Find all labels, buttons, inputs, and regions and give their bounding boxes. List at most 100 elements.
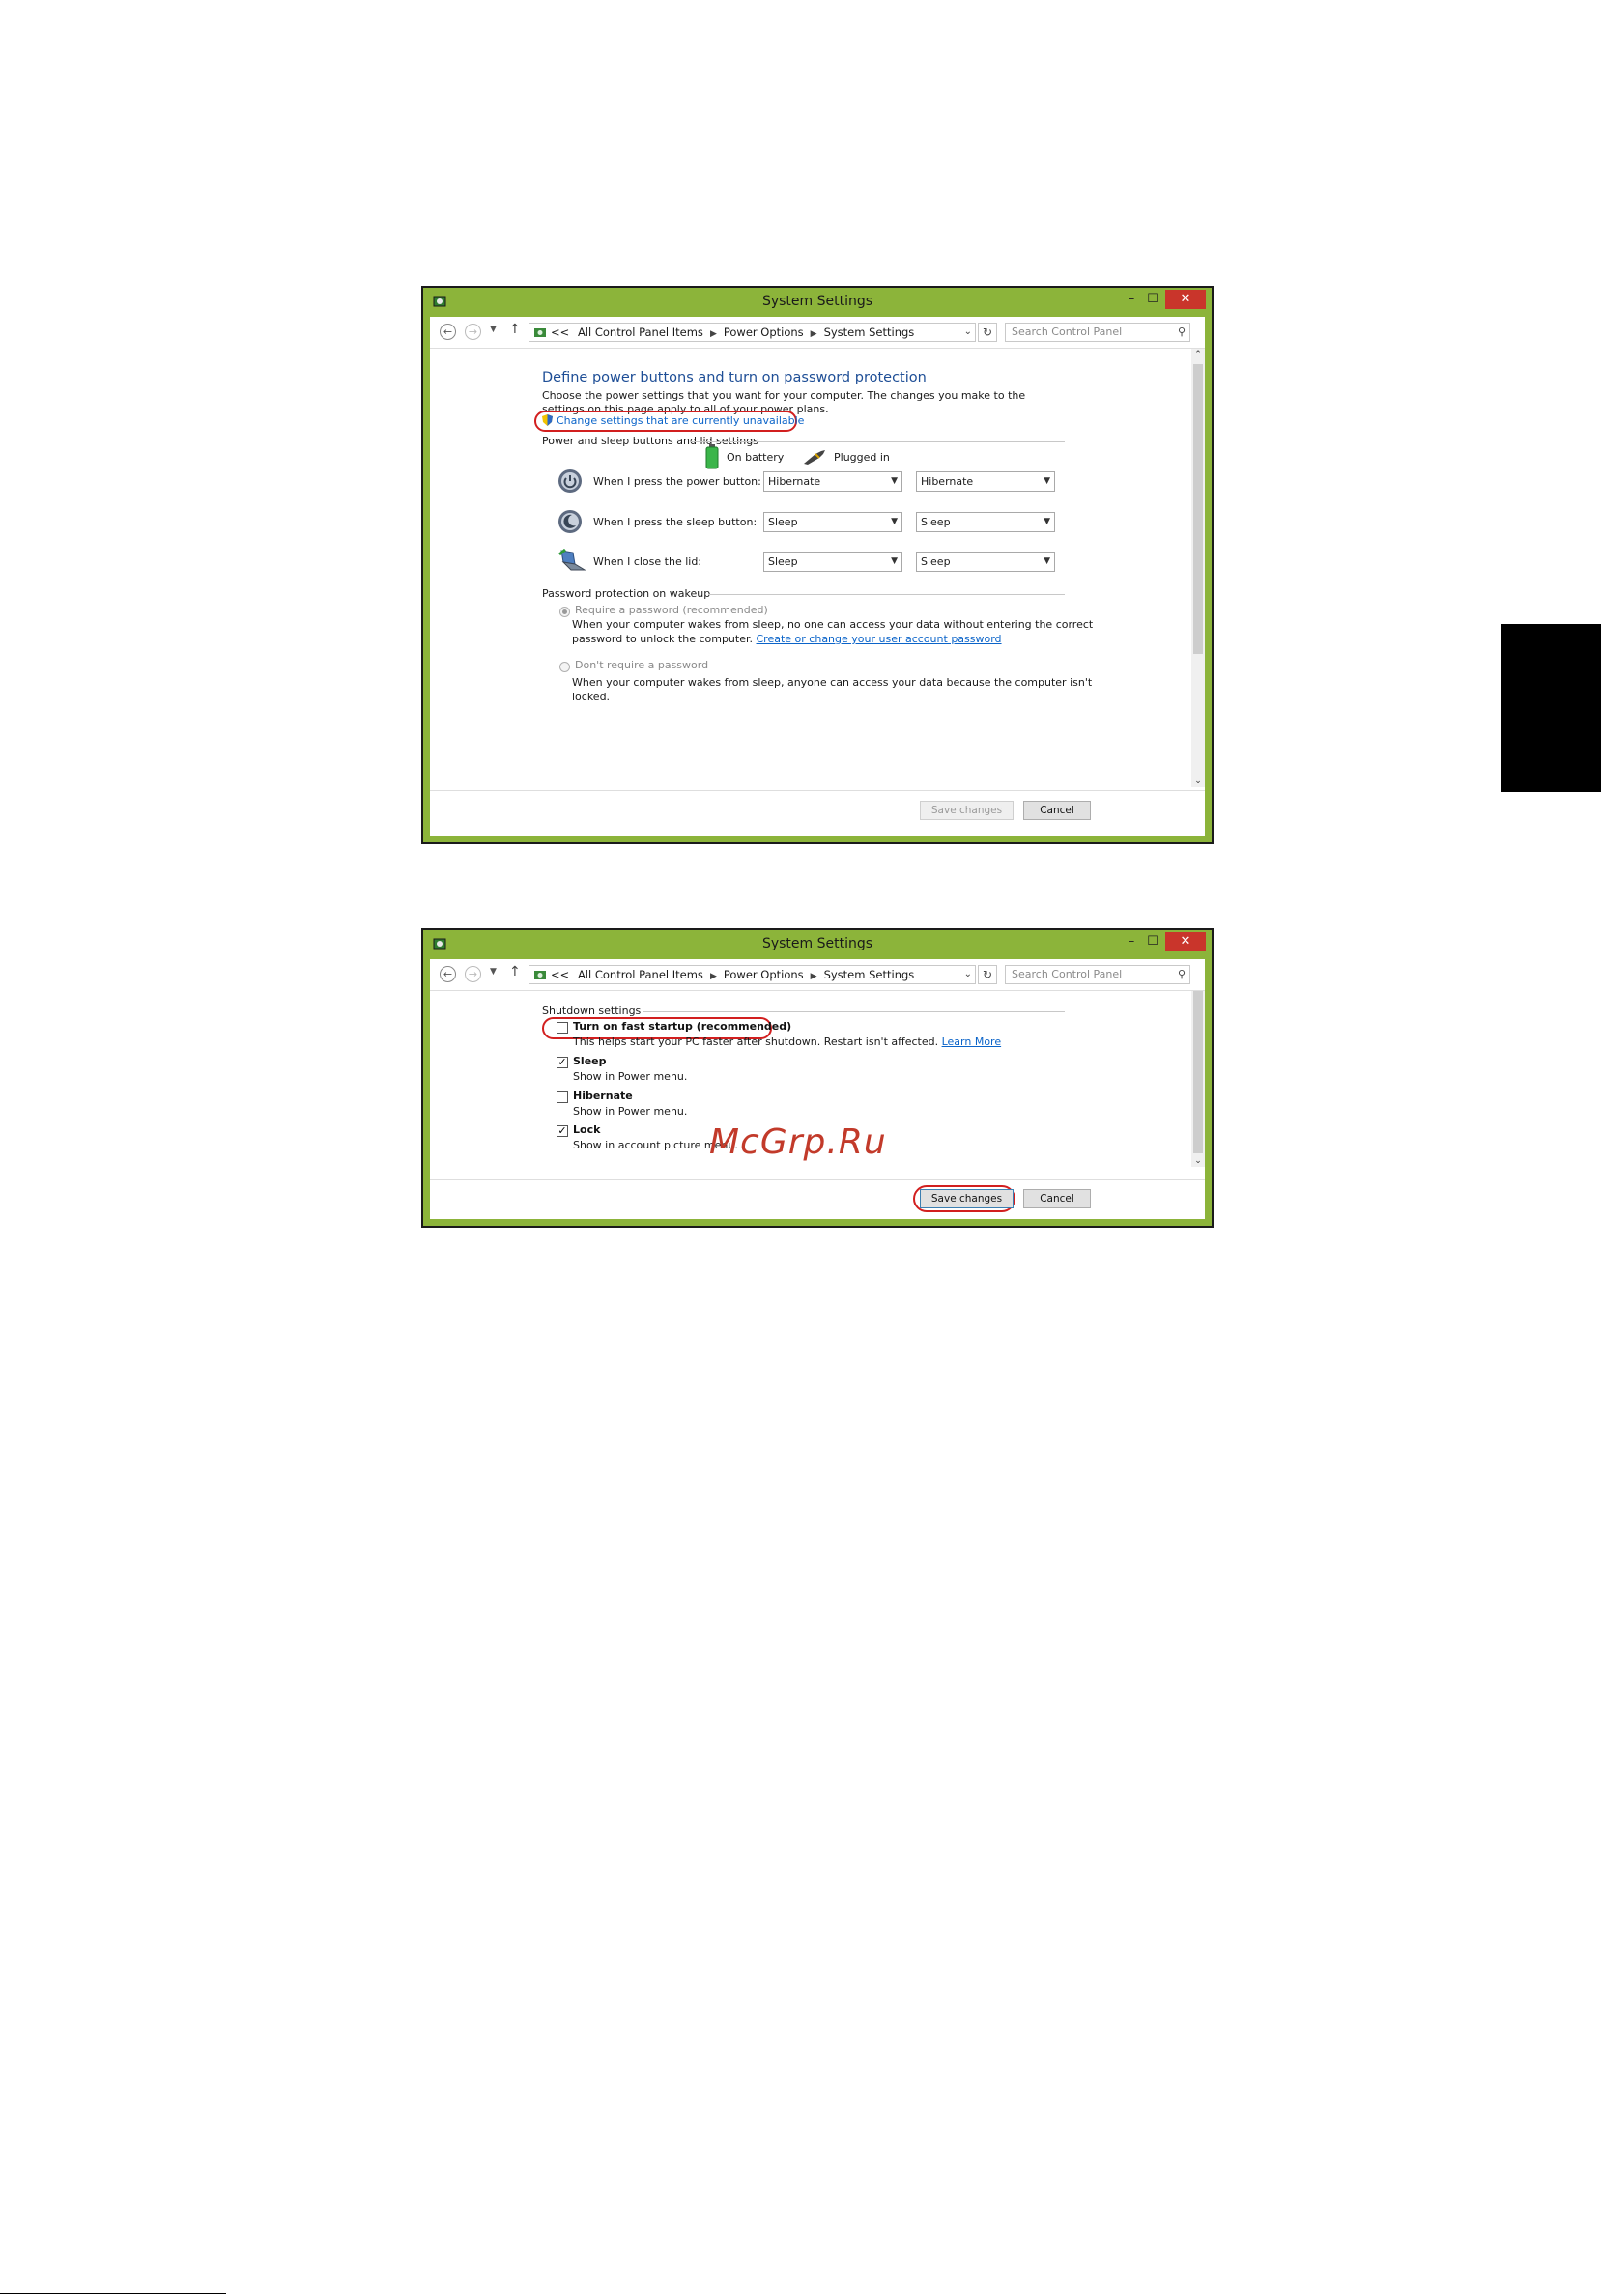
plug-icon: [804, 450, 825, 465]
recent-locations-icon[interactable]: ▼: [490, 967, 497, 977]
breadcrumb-arrow-icon[interactable]: ▶: [710, 972, 717, 981]
save-changes-button[interactable]: Save changes: [920, 1189, 1014, 1208]
close-lid-battery-select[interactable]: Sleep ▼: [763, 552, 902, 572]
maximize-button[interactable]: ☐: [1142, 932, 1163, 951]
page-title: Define power buttons and turn on passwor…: [542, 370, 927, 385]
title-bar[interactable]: System Settings – ☐ ✕: [423, 930, 1212, 959]
close-lid-label: When I close the lid:: [593, 555, 702, 568]
search-icon[interactable]: ⚲: [1178, 966, 1186, 983]
forward-icon[interactable]: →: [465, 324, 481, 340]
chevron-down-icon[interactable]: ⌄: [964, 324, 972, 341]
control-panel-icon: [534, 971, 546, 979]
breadcrumb-item[interactable]: All Control Panel Items: [578, 968, 703, 981]
change-settings-label[interactable]: Change settings that are currently unava…: [557, 414, 804, 427]
fast-startup-desc: This helps start your PC faster after sh…: [573, 1035, 1001, 1048]
chevron-down-icon[interactable]: ▼: [891, 513, 898, 531]
vertical-scrollbar[interactable]: ⌄: [1191, 991, 1205, 1167]
breadcrumb-item[interactable]: System Settings: [824, 968, 915, 981]
scroll-thumb[interactable]: [1193, 364, 1203, 654]
select-value: Sleep: [921, 516, 951, 528]
breadcrumb-item[interactable]: Power Options: [724, 968, 804, 981]
breadcrumb-item[interactable]: System Settings: [824, 326, 915, 339]
breadcrumb-arrow-icon[interactable]: ▶: [811, 329, 817, 339]
close-button[interactable]: ✕: [1165, 290, 1206, 309]
content-area: Define power buttons and turn on passwor…: [430, 349, 1191, 787]
power-button-plugged-select[interactable]: Hibernate ▼: [916, 471, 1055, 492]
up-icon[interactable]: ↑: [509, 964, 521, 979]
select-value: Sleep: [768, 555, 798, 568]
title-bar[interactable]: System Settings – ☐ ✕: [423, 288, 1212, 317]
chevron-down-icon[interactable]: ⌄: [964, 966, 972, 983]
recent-locations-icon[interactable]: ▼: [490, 325, 497, 334]
power-button-battery-select[interactable]: Hibernate ▼: [763, 471, 902, 492]
minimize-button[interactable]: –: [1121, 932, 1142, 951]
search-icon[interactable]: ⚲: [1178, 324, 1186, 341]
back-icon[interactable]: ←: [440, 324, 456, 340]
chevron-down-icon[interactable]: ▼: [1044, 553, 1050, 571]
breadcrumb-item[interactable]: All Control Panel Items: [578, 326, 703, 339]
uac-shield-icon: [542, 414, 553, 426]
sleep-button-battery-select[interactable]: Sleep ▼: [763, 512, 902, 532]
power-button-icon: [558, 469, 582, 493]
no-password-radio[interactable]: [559, 662, 570, 672]
lock-checkbox[interactable]: ✓: [557, 1125, 568, 1137]
window-title: System Settings: [761, 294, 873, 309]
hibernate-checkbox[interactable]: [557, 1091, 568, 1103]
breadcrumb-arrow-icon[interactable]: ▶: [710, 329, 717, 339]
require-password-label[interactable]: Require a password (recommended): [575, 604, 768, 616]
section-divider: [643, 1011, 1065, 1012]
chevron-down-icon[interactable]: ▼: [1044, 472, 1050, 491]
lock-label[interactable]: Lock: [573, 1123, 600, 1136]
scroll-down-icon[interactable]: ⌄: [1191, 777, 1205, 786]
watermark: McGrp.Ru: [709, 1122, 887, 1162]
vertical-scrollbar[interactable]: ⌃ ⌄: [1191, 349, 1205, 787]
no-password-desc-2: locked.: [572, 691, 611, 703]
chevron-down-icon[interactable]: ▼: [1044, 513, 1050, 531]
search-input[interactable]: Search Control Panel ⚲: [1005, 965, 1190, 984]
sleep-checkbox[interactable]: ✓: [557, 1057, 568, 1068]
cancel-button[interactable]: Cancel: [1023, 801, 1091, 820]
search-input[interactable]: Search Control Panel ⚲: [1005, 323, 1190, 342]
user-account-password-link[interactable]: Create or change your user account passw…: [757, 633, 1002, 645]
column-plugged-in: Plugged in: [834, 451, 890, 464]
section-divider: [708, 594, 1065, 595]
refresh-icon[interactable]: ↻: [978, 965, 997, 984]
fast-startup-checkbox[interactable]: [557, 1022, 568, 1034]
hibernate-label[interactable]: Hibernate: [573, 1090, 633, 1102]
breadcrumb-prefix[interactable]: <<: [551, 968, 569, 981]
breadcrumb-arrow-icon[interactable]: ▶: [811, 972, 817, 981]
breadcrumb[interactable]: << All Control Panel Items ▶ Power Options…: [529, 965, 976, 984]
no-password-label[interactable]: Don't require a password: [575, 659, 708, 671]
cancel-button[interactable]: Cancel: [1023, 1189, 1091, 1208]
back-icon[interactable]: ←: [440, 966, 456, 982]
require-password-desc-tail: password to unlock the computer.: [572, 633, 753, 645]
minimize-button[interactable]: –: [1121, 290, 1142, 309]
sleep-button-plugged-select[interactable]: Sleep ▼: [916, 512, 1055, 532]
sleep-label[interactable]: Sleep: [573, 1055, 607, 1067]
refresh-icon[interactable]: ↻: [978, 323, 997, 342]
system-settings-window-1: System Settings – ☐ ✕ ← → ▼ ↑ << All Con…: [421, 286, 1214, 844]
chevron-down-icon[interactable]: ▼: [891, 472, 898, 491]
up-icon[interactable]: ↑: [509, 322, 521, 337]
scroll-thumb[interactable]: [1193, 991, 1203, 1153]
close-button[interactable]: ✕: [1165, 932, 1206, 951]
scroll-down-icon[interactable]: ⌄: [1191, 1156, 1205, 1166]
chapter-side-tab: [1501, 624, 1601, 792]
button-footer: Save changes Cancel: [430, 1179, 1205, 1219]
password-section-title: Password protection on wakeup: [542, 587, 711, 600]
chevron-down-icon[interactable]: ▼: [891, 553, 898, 571]
change-settings-link[interactable]: Change settings that are currently unava…: [542, 414, 804, 427]
forward-icon[interactable]: →: [465, 966, 481, 982]
breadcrumb[interactable]: << All Control Panel Items ▶ Power Options…: [529, 323, 976, 342]
learn-more-link[interactable]: Learn More: [942, 1035, 1002, 1048]
breadcrumb-item[interactable]: Power Options: [724, 326, 804, 339]
scroll-up-icon[interactable]: ⌃: [1191, 350, 1205, 359]
battery-icon: [705, 444, 719, 469]
fast-startup-label[interactable]: Turn on fast startup (recommended): [573, 1020, 791, 1033]
require-password-radio[interactable]: [559, 607, 570, 617]
maximize-button[interactable]: ☐: [1142, 290, 1163, 309]
close-lid-plugged-select[interactable]: Sleep ▼: [916, 552, 1055, 572]
breadcrumb-prefix[interactable]: <<: [551, 326, 569, 339]
save-changes-button[interactable]: Save changes: [920, 801, 1014, 820]
address-bar: ← → ▼ ↑ << All Control Panel Items ▶ Power…: [430, 317, 1205, 349]
